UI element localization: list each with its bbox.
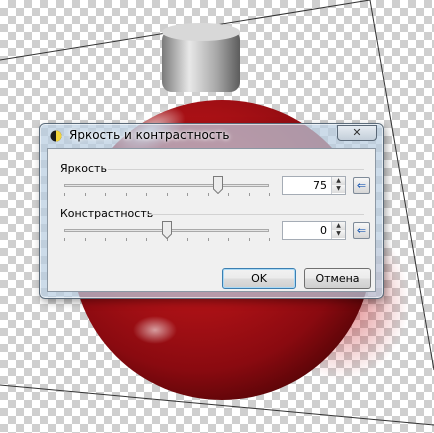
spin-up-icon[interactable]: ▲ bbox=[332, 177, 345, 185]
slider-tick bbox=[248, 238, 250, 241]
dialog-title: Яркость и контрастность bbox=[69, 128, 230, 142]
slider-tick bbox=[228, 193, 229, 196]
brightness-separator bbox=[108, 169, 364, 170]
dialog-content: Яркость 75 ▲ ▼ ⇐ Констрастность 0 ▲ ▼ ⇐ … bbox=[47, 148, 376, 292]
slider-tick bbox=[166, 193, 168, 196]
brightness-contrast-dialog: Яркость и контрастность ✕ Яркость 75 ▲ ▼… bbox=[39, 123, 384, 299]
slider-tick bbox=[64, 238, 65, 241]
slider-tick bbox=[105, 238, 106, 241]
slider-tick bbox=[125, 238, 127, 241]
slider-tick bbox=[84, 193, 86, 196]
spin-down-icon[interactable]: ▼ bbox=[332, 230, 345, 238]
slider-tick bbox=[207, 238, 209, 241]
spin-down-icon[interactable]: ▼ bbox=[332, 185, 345, 193]
ornament-cap-top bbox=[162, 23, 240, 41]
slider-tick bbox=[269, 238, 270, 241]
brightness-value: 75 bbox=[313, 179, 327, 192]
ok-button[interactable]: OK bbox=[222, 268, 296, 289]
brightness-reset-button[interactable]: ⇐ bbox=[353, 177, 370, 194]
close-button[interactable]: ✕ bbox=[337, 125, 377, 141]
slider-tick bbox=[64, 193, 65, 196]
brightness-label: Яркость bbox=[60, 162, 107, 175]
dialog-titlebar[interactable]: Яркость и контрастность ✕ bbox=[40, 124, 383, 148]
slider-tick bbox=[125, 193, 127, 196]
contrast-reset-button[interactable]: ⇐ bbox=[353, 222, 370, 239]
slider-tick bbox=[84, 238, 86, 241]
brightness-slider-track[interactable] bbox=[64, 184, 269, 187]
slider-tick bbox=[105, 193, 106, 196]
ornament-highlight bbox=[133, 316, 177, 344]
slider-tick bbox=[207, 193, 209, 196]
contrast-spinner[interactable]: ▲ ▼ bbox=[331, 222, 345, 239]
brightness-icon bbox=[50, 130, 62, 142]
slider-tick bbox=[187, 238, 188, 241]
spin-up-icon[interactable]: ▲ bbox=[332, 222, 345, 230]
slider-tick bbox=[228, 238, 229, 241]
contrast-slider-thumb[interactable] bbox=[161, 221, 172, 239]
contrast-label: Констрастность bbox=[60, 207, 154, 220]
slider-tick bbox=[146, 238, 147, 241]
slider-tick bbox=[248, 193, 250, 196]
cancel-button[interactable]: Отмена bbox=[304, 268, 371, 289]
reset-arrow-icon: ⇐ bbox=[356, 224, 367, 237]
reset-arrow-icon: ⇐ bbox=[356, 179, 367, 192]
slider-tick bbox=[187, 193, 188, 196]
close-icon: ✕ bbox=[352, 126, 362, 139]
contrast-value: 0 bbox=[320, 224, 327, 237]
brightness-spinner[interactable]: ▲ ▼ bbox=[331, 177, 345, 194]
slider-tick bbox=[146, 193, 147, 196]
brightness-slider-thumb[interactable] bbox=[212, 176, 223, 194]
slider-tick bbox=[269, 193, 270, 196]
contrast-separator bbox=[146, 214, 364, 215]
